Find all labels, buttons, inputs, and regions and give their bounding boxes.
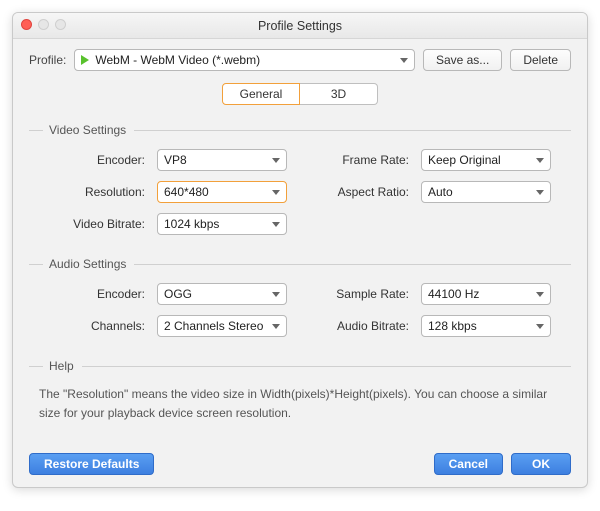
content-area: Profile: WebM - WebM Video (*.webm) Save…	[13, 39, 587, 487]
video-settings-legend-text: Video Settings	[49, 123, 126, 137]
channels-label: Channels:	[35, 319, 145, 333]
audio-settings-group: Audio Settings Encoder: OGG Sample Rate:…	[29, 257, 571, 337]
frame-rate-dropdown[interactable]: Keep Original	[421, 149, 551, 171]
restore-defaults-button[interactable]: Restore Defaults	[29, 453, 154, 475]
video-encoder-label: Encoder:	[35, 153, 145, 167]
close-window-icon[interactable]	[21, 19, 32, 30]
audio-settings-legend: Audio Settings	[29, 257, 571, 271]
titlebar: Profile Settings	[13, 13, 587, 39]
audio-settings-legend-text: Audio Settings	[49, 257, 126, 271]
audio-bitrate-label: Audio Bitrate:	[299, 319, 409, 333]
minimize-window-icon	[38, 19, 49, 30]
video-bitrate-label: Video Bitrate:	[35, 217, 145, 231]
ok-button[interactable]: OK	[511, 453, 571, 475]
tab-bar: General 3D	[29, 83, 571, 105]
frame-rate-value: Keep Original	[428, 153, 501, 167]
chevron-down-icon	[272, 158, 280, 163]
chevron-down-icon	[400, 58, 408, 63]
chevron-down-icon	[272, 190, 280, 195]
tab-3d[interactable]: 3D	[300, 83, 378, 105]
chevron-down-icon	[272, 324, 280, 329]
channels-dropdown[interactable]: 2 Channels Stereo	[157, 315, 287, 337]
video-settings-legend: Video Settings	[29, 123, 571, 137]
aspect-ratio-dropdown[interactable]: Auto	[421, 181, 551, 203]
audio-bitrate-dropdown[interactable]: 128 kbps	[421, 315, 551, 337]
aspect-ratio-label: Aspect Ratio:	[299, 185, 409, 199]
audio-encoder-label: Encoder:	[35, 287, 145, 301]
sample-rate-label: Sample Rate:	[299, 287, 409, 301]
video-bitrate-value: 1024 kbps	[164, 217, 219, 231]
channels-value: 2 Channels Stereo	[164, 319, 263, 333]
chevron-down-icon	[536, 324, 544, 329]
help-text: The "Resolution" means the video size in…	[29, 385, 571, 423]
save-as-button[interactable]: Save as...	[423, 49, 502, 71]
resolution-label: Resolution:	[35, 185, 145, 199]
video-encoder-value: VP8	[164, 153, 187, 167]
help-legend: Help	[29, 359, 571, 373]
profile-row: Profile: WebM - WebM Video (*.webm) Save…	[29, 49, 571, 71]
resolution-value: 640*480	[164, 185, 209, 199]
window-title: Profile Settings	[258, 19, 342, 33]
tab-general[interactable]: General	[222, 83, 300, 105]
audio-encoder-value: OGG	[164, 287, 192, 301]
sample-rate-dropdown[interactable]: 44100 Hz	[421, 283, 551, 305]
chevron-down-icon	[536, 158, 544, 163]
help-group: Help The "Resolution" means the video si…	[29, 359, 571, 423]
video-settings-group: Video Settings Encoder: VP8 Frame Rate: …	[29, 123, 571, 235]
cancel-button[interactable]: Cancel	[434, 453, 503, 475]
audio-encoder-dropdown[interactable]: OGG	[157, 283, 287, 305]
profile-dropdown[interactable]: WebM - WebM Video (*.webm)	[74, 49, 415, 71]
zoom-window-icon	[55, 19, 66, 30]
footer: Restore Defaults Cancel OK	[29, 449, 571, 475]
delete-button[interactable]: Delete	[510, 49, 571, 71]
sample-rate-value: 44100 Hz	[428, 287, 479, 301]
chevron-down-icon	[536, 292, 544, 297]
video-bitrate-dropdown[interactable]: 1024 kbps	[157, 213, 287, 235]
frame-rate-label: Frame Rate:	[299, 153, 409, 167]
video-encoder-dropdown[interactable]: VP8	[157, 149, 287, 171]
profile-settings-window: Profile Settings Profile: WebM - WebM Vi…	[12, 12, 588, 488]
chevron-down-icon	[272, 222, 280, 227]
window-controls	[21, 19, 66, 30]
profile-value: WebM - WebM Video (*.webm)	[95, 53, 394, 67]
aspect-ratio-value: Auto	[428, 185, 453, 199]
webm-format-icon	[81, 55, 89, 65]
help-legend-text: Help	[49, 359, 74, 373]
profile-label: Profile:	[29, 53, 66, 67]
resolution-dropdown[interactable]: 640*480	[157, 181, 287, 203]
chevron-down-icon	[536, 190, 544, 195]
audio-bitrate-value: 128 kbps	[428, 319, 477, 333]
chevron-down-icon	[272, 292, 280, 297]
